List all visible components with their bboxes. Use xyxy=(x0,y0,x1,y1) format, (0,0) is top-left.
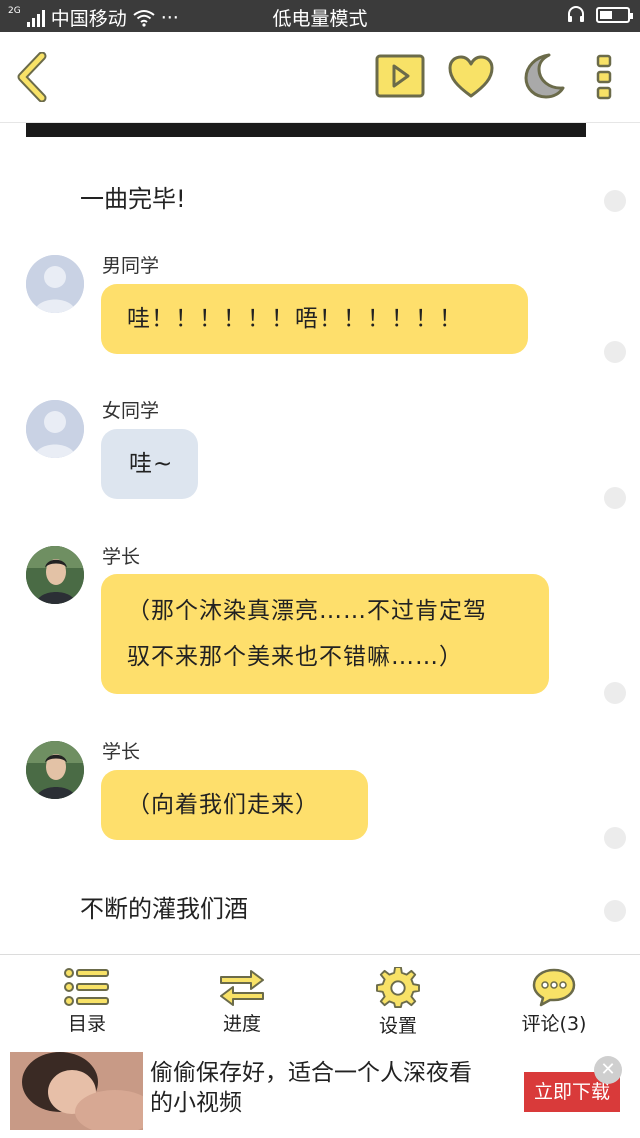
vertical-dots-icon xyxy=(596,54,612,100)
nav-label: 进度 xyxy=(222,1013,261,1035)
moon-icon xyxy=(524,53,565,99)
close-icon[interactable]: ✕ xyxy=(594,1056,622,1084)
user-photo xyxy=(26,741,84,799)
headset-icon xyxy=(568,6,584,22)
paragraph-comment-dot[interactable] xyxy=(604,190,626,212)
nav-settings[interactable]: 设置 xyxy=(328,955,468,1043)
paragraph-comment-dot[interactable] xyxy=(604,341,626,363)
user-placeholder-icon xyxy=(26,400,84,458)
chat-bubble: 哇！！！！！！唔！！！！！！ xyxy=(101,284,528,354)
avatar[interactable] xyxy=(26,741,84,799)
speaker-name: 女同学 xyxy=(102,400,160,422)
nav-progress[interactable]: 进度 xyxy=(172,955,312,1043)
paragraph-comment-dot[interactable] xyxy=(604,487,626,509)
speaker-name: 学长 xyxy=(102,741,141,763)
user-photo xyxy=(26,546,84,604)
back-button[interactable] xyxy=(14,51,50,106)
ad-image xyxy=(10,1052,143,1130)
ad-text-line: 偷偷保存好，适合一个人深夜看 xyxy=(150,1060,472,1086)
user-placeholder-icon xyxy=(26,255,84,313)
ad-text: 偷偷保存好，适合一个人深夜看 的小视频 xyxy=(150,1058,500,1118)
power-mode-label: 低电量模式 xyxy=(272,8,368,30)
swap-arrows-icon xyxy=(220,970,264,1006)
avatar[interactable] xyxy=(26,255,84,313)
gear-icon xyxy=(376,967,420,1009)
narration-text: 不断的灌我们酒 xyxy=(80,895,248,923)
story-content[interactable]: 一曲完毕! 男同学 哇！！！！！！唔！！！！！！ 女同学 哇~ 学长 （那个沐染… xyxy=(0,123,640,953)
status-right xyxy=(566,5,633,25)
bubble-text-line: （那个沐染真漂亮……不过肯定驾 xyxy=(127,598,487,624)
avatar[interactable] xyxy=(26,546,84,604)
heart-icon xyxy=(448,55,494,98)
chat-bubble: （向着我们走来） xyxy=(101,770,368,840)
bubble-text: （向着我们走来） xyxy=(127,792,319,818)
nav-label: 评论(3) xyxy=(521,1013,587,1035)
avatar[interactable] xyxy=(26,400,84,458)
night-mode-button[interactable] xyxy=(519,52,565,104)
nav-comments[interactable]: 评论(3) xyxy=(484,955,624,1043)
play-icon xyxy=(375,54,425,98)
chevron-left-icon xyxy=(17,51,47,103)
autoplay-button[interactable] xyxy=(375,54,425,102)
comment-icon xyxy=(532,968,576,1007)
nav-label: 设置 xyxy=(378,1015,417,1037)
narration-text: 一曲完毕! xyxy=(80,185,186,213)
favorite-button[interactable] xyxy=(447,54,495,104)
speaker-name: 男同学 xyxy=(102,255,160,277)
bottom-nav: 目录 进度 设置 评论(3) xyxy=(0,954,640,1043)
chat-bubble: （那个沐染真漂亮……不过肯定驾 驭不来那个美来也不错嘛……） xyxy=(101,574,549,694)
paragraph-comment-dot[interactable] xyxy=(604,827,626,849)
reader-toolbar xyxy=(0,32,640,123)
battery-icon xyxy=(596,7,633,23)
story-image xyxy=(26,123,586,137)
paragraph-comment-dot[interactable] xyxy=(604,900,626,922)
battery-level xyxy=(600,11,612,19)
chat-bubble: 哇~ xyxy=(101,429,198,499)
ad-thumbnail[interactable] xyxy=(10,1052,143,1130)
bubble-text: 哇！！！！！！唔！！！！！！ xyxy=(127,306,463,332)
nav-label: 目录 xyxy=(67,1013,106,1035)
bubble-text: 哇~ xyxy=(129,451,174,477)
nav-catalog[interactable]: 目录 xyxy=(17,955,157,1043)
status-bar: 2G 中国移动 ··· 低电量模式 xyxy=(0,0,640,32)
speaker-name: 学长 xyxy=(102,546,141,568)
more-menu-button[interactable] xyxy=(594,54,614,104)
list-icon xyxy=(64,968,109,1006)
bubble-text-line: 驭不来那个美来也不错嘛……） xyxy=(127,644,463,670)
ad-banner[interactable]: 偷偷保存好，适合一个人深夜看 的小视频 立即下载 ✕ xyxy=(0,1044,640,1138)
paragraph-comment-dot[interactable] xyxy=(604,682,626,704)
ad-text-line: 的小视频 xyxy=(150,1090,242,1116)
